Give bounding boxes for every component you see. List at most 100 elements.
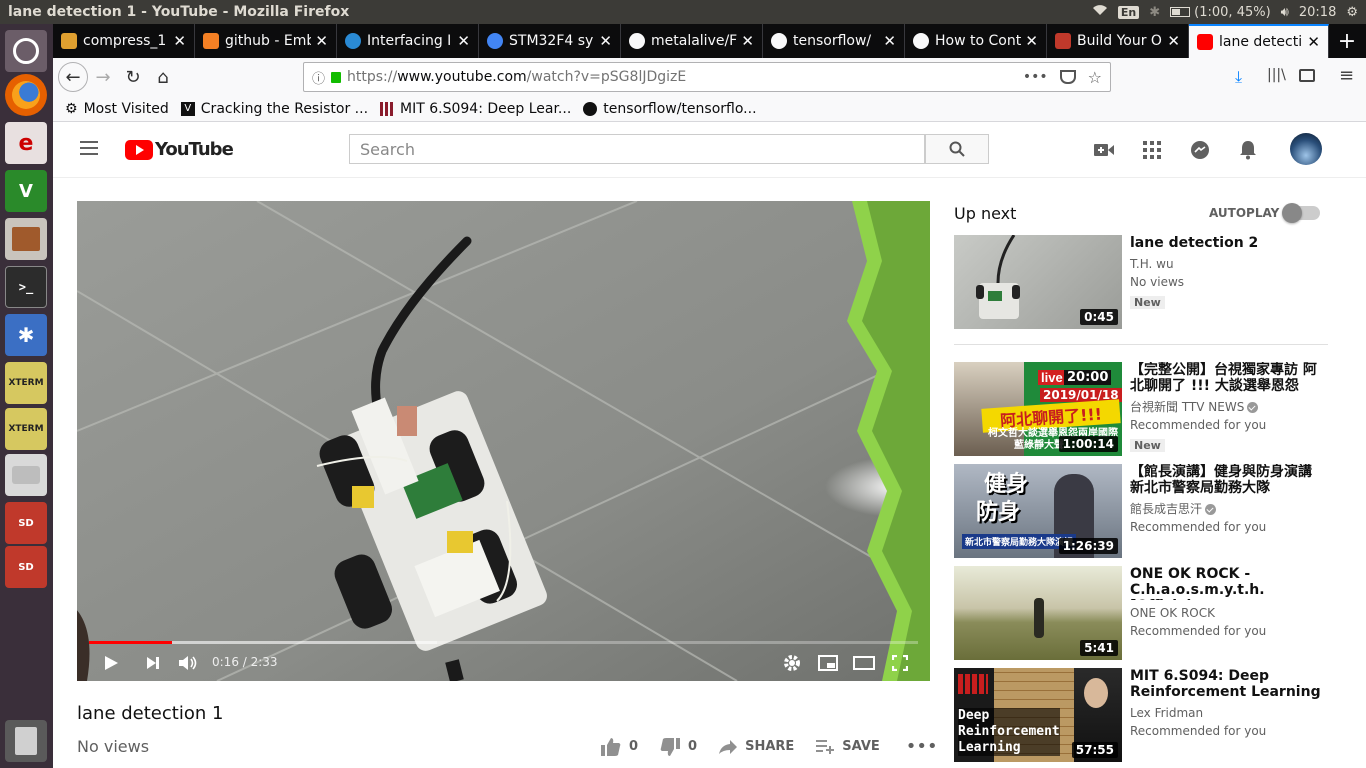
- firefox-icon[interactable]: [5, 74, 47, 116]
- next-button[interactable]: [141, 651, 165, 675]
- video-title[interactable]: MIT 6.S094: Deep Reinforcement Learning: [1130, 668, 1330, 700]
- home-button[interactable]: ⌂: [148, 62, 178, 92]
- sd-card-icon[interactable]: SD: [5, 546, 47, 588]
- video-thumbnail[interactable]: 5:41: [954, 566, 1122, 660]
- save-button[interactable]: SAVE: [816, 739, 880, 754]
- settings-gear-icon[interactable]: [780, 651, 804, 675]
- browser-tab[interactable]: How to Cont ✕: [905, 24, 1047, 58]
- browser-tab[interactable]: tensorflow/✕: [763, 24, 905, 58]
- share-button[interactable]: SHARE: [719, 739, 794, 754]
- video-progress-bar[interactable]: [89, 641, 918, 644]
- like-button[interactable]: 0: [601, 737, 638, 756]
- close-tab-icon[interactable]: ✕: [457, 32, 470, 50]
- sidebar-icon[interactable]: [1299, 69, 1315, 82]
- recommendation-item[interactable]: Deep Reinforcement Learning 57:55 MIT 6.…: [954, 668, 1334, 762]
- library-icon[interactable]: |||\: [1267, 67, 1286, 83]
- theater-mode-button[interactable]: [852, 651, 876, 675]
- guide-menu-icon[interactable]: [80, 141, 98, 155]
- recommendation-item[interactable]: 0:45 lane detection 2 T.H. wu No views N…: [954, 235, 1334, 329]
- bookmark-tensorflow[interactable]: tensorflow/tensorflo...: [583, 101, 757, 117]
- recommendation-item[interactable]: live 20:00 2019/01/18 阿北聊開了!!! 柯文哲大談選舉恩怨…: [954, 362, 1334, 456]
- play-button[interactable]: [99, 651, 123, 675]
- bookmark-cracking-resistor[interactable]: V Cracking the Resistor ...: [180, 101, 368, 117]
- apps-grid-icon[interactable]: [1140, 138, 1164, 162]
- youtube-logo[interactable]: YouTube: [125, 139, 234, 160]
- notifications-bell-icon[interactable]: [1236, 138, 1260, 162]
- close-tab-icon[interactable]: ✕: [1167, 32, 1180, 50]
- dislike-button[interactable]: 0: [660, 737, 697, 756]
- more-actions-icon[interactable]: •••: [906, 736, 938, 757]
- create-video-icon[interactable]: [1092, 138, 1116, 162]
- video-title[interactable]: 【館長演講】健身與防身演講 新北市警察局勤務大隊: [1130, 464, 1330, 496]
- channel-name[interactable]: ONE OK ROCK: [1130, 604, 1330, 622]
- xterm-icon[interactable]: XTERM: [5, 408, 47, 450]
- menu-icon[interactable]: ≡: [1339, 65, 1354, 86]
- address-bar[interactable]: ⓘ https://www.youtube.com/watch?v=pSG8lJ…: [303, 62, 1111, 92]
- video-title[interactable]: lane detection 2: [1130, 235, 1330, 251]
- keyboard-language-indicator[interactable]: En: [1117, 5, 1140, 19]
- close-tab-icon[interactable]: ✕: [1307, 33, 1320, 51]
- new-tab-button[interactable]: +: [1329, 24, 1365, 58]
- info-icon[interactable]: ⓘ: [312, 68, 325, 87]
- reload-button[interactable]: ↻: [118, 62, 148, 92]
- channel-name[interactable]: T.H. wu: [1130, 255, 1330, 273]
- close-tab-icon[interactable]: ✕: [883, 32, 896, 50]
- channel-name[interactable]: Lex Fridman: [1130, 704, 1330, 722]
- video-thumbnail[interactable]: Deep Reinforcement Learning 57:55: [954, 668, 1122, 762]
- browser-tab[interactable]: STM32F4 sy ✕: [479, 24, 621, 58]
- browser-tab[interactable]: github - Emb ✕: [195, 24, 337, 58]
- drive-icon[interactable]: [5, 454, 47, 496]
- video-thumbnail[interactable]: 0:45: [954, 235, 1122, 329]
- xterm-icon[interactable]: XTERM: [5, 362, 47, 404]
- close-tab-icon[interactable]: ✕: [599, 32, 612, 50]
- battery-indicator[interactable]: (1:00, 45%): [1170, 5, 1271, 20]
- channel-name[interactable]: 台視新聞 TTV NEWS: [1130, 398, 1330, 416]
- search-button[interactable]: [925, 134, 989, 164]
- downloads-icon[interactable]: ⤓: [1235, 67, 1242, 87]
- recommendation-item[interactable]: 健身 防身 新北市警察局勤務大隊演講 1:26:39 【館長演講】健身與防身演講…: [954, 464, 1334, 558]
- bluetooth-icon[interactable]: ✱: [1149, 5, 1160, 20]
- video-title[interactable]: 【完整公開】台視獨家專訪 阿北聊開了 !!! 大談選舉恩怨: [1130, 362, 1330, 394]
- terminal-icon[interactable]: >_: [5, 266, 47, 308]
- browser-tab[interactable]: compress_1 ✕: [53, 24, 195, 58]
- pocket-icon[interactable]: [1059, 70, 1076, 84]
- browser-tab[interactable]: metalalive/F ✕: [621, 24, 763, 58]
- bluetooth-icon[interactable]: ✱: [5, 314, 47, 356]
- wifi-icon[interactable]: [1092, 4, 1108, 20]
- video-player[interactable]: 0:16 / 2:33: [77, 201, 930, 681]
- fullscreen-button[interactable]: [888, 651, 912, 675]
- video-title[interactable]: ONE OK ROCK - C.h.a.o.s.m.y.t.h. [Offici…: [1130, 566, 1330, 600]
- browser-tab-active[interactable]: lane detecti ✕: [1189, 24, 1329, 58]
- close-tab-icon[interactable]: ✕: [741, 32, 754, 50]
- emacs-icon[interactable]: e: [5, 122, 47, 164]
- browser-tab[interactable]: Build Your O ✕: [1047, 24, 1189, 58]
- volume-button[interactable]: [176, 651, 200, 675]
- bookmark-star-icon[interactable]: ☆: [1088, 68, 1102, 87]
- volume-icon[interactable]: 🔊︎: [1281, 5, 1289, 20]
- channel-name[interactable]: 館長成吉思汗: [1130, 500, 1330, 518]
- bookmark-most-visited[interactable]: ⚙ Most Visited: [65, 101, 169, 117]
- search-input[interactable]: Search: [349, 134, 925, 164]
- bookmark-mit-6s094[interactable]: MIT 6.S094: Deep Lear...: [380, 101, 571, 117]
- forward-button[interactable]: →: [88, 62, 118, 92]
- settings-gear-icon[interactable]: ⚙: [1346, 5, 1358, 20]
- sd-card-icon[interactable]: SD: [5, 502, 47, 544]
- page-actions-icon[interactable]: •••: [1023, 69, 1048, 85]
- video-thumbnail[interactable]: 健身 防身 新北市警察局勤務大隊演講 1:26:39: [954, 464, 1122, 558]
- avatar[interactable]: [1290, 133, 1322, 165]
- video-thumbnail[interactable]: live 20:00 2019/01/18 阿北聊開了!!! 柯文哲大談選舉恩怨…: [954, 362, 1122, 456]
- recommendation-item[interactable]: 5:41 ONE OK ROCK - C.h.a.o.s.m.y.t.h. [O…: [954, 566, 1334, 660]
- clock[interactable]: 20:18: [1299, 5, 1336, 20]
- messages-icon[interactable]: [1188, 138, 1212, 162]
- back-button[interactable]: ←: [58, 62, 88, 92]
- trash-icon[interactable]: [5, 720, 47, 762]
- miniplayer-button[interactable]: [816, 651, 840, 675]
- close-tab-icon[interactable]: ✕: [173, 32, 186, 50]
- ubuntu-logo-icon[interactable]: [5, 30, 47, 72]
- vim-icon[interactable]: V: [5, 170, 47, 212]
- browser-tab[interactable]: Interfacing I ✕: [337, 24, 479, 58]
- close-tab-icon[interactable]: ✕: [315, 32, 328, 50]
- close-tab-icon[interactable]: ✕: [1025, 32, 1038, 50]
- autoplay-toggle[interactable]: [1282, 203, 1320, 223]
- file-cabinet-icon[interactable]: [5, 218, 47, 260]
